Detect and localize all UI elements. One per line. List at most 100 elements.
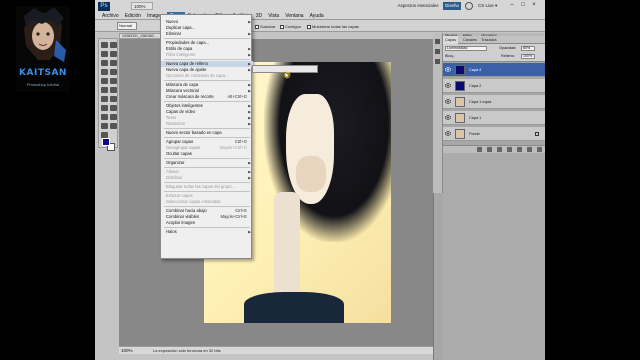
cs-live-button[interactable]: CS Live ▾ <box>478 2 497 10</box>
zoom-select[interactable]: 100% <box>131 2 153 10</box>
menu-vista[interactable]: Vista <box>265 12 282 20</box>
antialias-checkbox[interactable]: Suavizar <box>255 24 276 29</box>
shape-tool-icon[interactable] <box>110 114 117 120</box>
clone-tool-icon[interactable] <box>101 78 108 84</box>
submenu-arrow-icon: ▶ <box>248 230 251 234</box>
type-tool-icon[interactable] <box>110 105 117 111</box>
eye-icon[interactable] <box>445 83 451 88</box>
menu-item-crear-mascara-de-recorte[interactable]: Crear máscara de recorte Alt+Ctrl+G <box>161 94 253 100</box>
layer-row[interactable]: Capa 1 <box>443 111 545 125</box>
layer-name[interactable]: Fondo <box>469 127 480 141</box>
3d-tool-icon[interactable] <box>101 123 108 129</box>
layer-row[interactable]: Capa 1 copia <box>443 95 545 109</box>
eye-icon[interactable] <box>445 131 451 136</box>
layer-name[interactable]: Capa 4 <box>469 63 481 77</box>
avatar-illustration <box>16 6 70 66</box>
contiguous-checkbox[interactable]: Contiguo <box>280 24 301 29</box>
fill-input[interactable]: 100% <box>521 54 535 59</box>
eye-icon[interactable] <box>445 115 451 120</box>
menu-edicion[interactable]: Edición <box>122 12 144 20</box>
ps-logo: Ps <box>98 2 110 11</box>
healing-tool-icon[interactable] <box>101 69 108 75</box>
eyedropper-tool-icon[interactable] <box>110 60 117 66</box>
search-icon[interactable] <box>465 2 473 10</box>
opacity-input[interactable]: 80% <box>521 46 535 51</box>
menu-item-ocultar-capas[interactable]: Ocultar capas <box>161 151 253 157</box>
submenu-arrow-icon: ▶ <box>248 32 251 36</box>
submenu-arrow-icon: ▶ <box>248 176 251 180</box>
menu-item-distribuir: Distribuir ▶ <box>161 175 253 181</box>
menu-item-label: Acoplar imagen <box>166 220 196 225</box>
new-layer-icon[interactable] <box>527 147 532 152</box>
tab-canales[interactable]: Canales <box>461 36 479 44</box>
design-workspace-button[interactable]: Diseño <box>443 2 461 10</box>
gradient-tool-icon[interactable] <box>110 87 117 93</box>
status-zoom[interactable]: 100% <box>121 347 133 354</box>
menu-ayuda[interactable]: Ayuda <box>307 12 327 20</box>
blend-mode-select[interactable]: Luminosidad <box>445 46 487 51</box>
menu-item-acoplar-imagen[interactable]: Acoplar imagen <box>161 220 253 226</box>
zoom-tool-icon[interactable] <box>101 132 108 138</box>
menu-item-eliminar[interactable]: Eliminar ▶ <box>161 31 253 37</box>
menu-item-label: Filtro inteligente <box>166 52 196 57</box>
blur-tool-icon[interactable] <box>101 96 108 102</box>
marquee-tool-icon[interactable] <box>110 42 117 48</box>
menu-separator <box>164 167 250 168</box>
layer-style-icon[interactable] <box>487 147 492 152</box>
path-select-icon[interactable] <box>101 114 108 120</box>
layer-name[interactable]: Capa 1 copia <box>469 95 491 109</box>
close-icon[interactable]: × <box>529 1 539 9</box>
trash-icon[interactable] <box>537 147 542 152</box>
eye-icon[interactable] <box>445 99 451 104</box>
menu-item-nuevo-sector-basado-en-capa[interactable]: Nuevo sector basado en capa <box>161 130 253 136</box>
pen-tool-icon[interactable] <box>101 105 108 111</box>
menu-item-label: Nuevo sector basado en capa <box>166 130 222 135</box>
menu-ventana[interactable]: Ventana <box>282 12 306 20</box>
quick-select-tool-icon[interactable] <box>110 51 117 57</box>
menu-3d[interactable]: 3D <box>253 12 265 20</box>
layer-row[interactable]: Fondo <box>443 127 545 141</box>
minimize-icon[interactable]: – <box>507 1 517 9</box>
tool-mode-select[interactable]: Normal <box>117 22 137 30</box>
menu-item-label: Distribuir <box>166 175 183 180</box>
brush-tool-icon[interactable] <box>110 69 117 75</box>
layer-name[interactable]: Capa 1 <box>469 111 481 125</box>
layer-name[interactable]: Capa 2 <box>469 79 481 93</box>
photo-hand <box>296 156 326 192</box>
lasso-tool-icon[interactable] <box>101 51 108 57</box>
adjustment-layer-icon[interactable] <box>507 147 512 152</box>
menu-archivo[interactable]: Archivo <box>99 12 122 20</box>
tab-capas[interactable]: Capas <box>443 36 458 44</box>
menu-separator <box>164 137 250 138</box>
eraser-tool-icon[interactable] <box>101 87 108 93</box>
layer-thumbnail[interactable] <box>455 81 465 91</box>
add-mask-icon[interactable] <box>497 147 502 152</box>
maximize-icon[interactable]: □ <box>518 1 528 9</box>
move-tool-icon[interactable] <box>101 42 108 48</box>
tab-trazados[interactable]: Trazados <box>479 36 499 44</box>
sample-all-checkbox[interactable]: Muestrear todas las capas <box>307 24 359 29</box>
layer-thumbnail[interactable] <box>455 129 465 139</box>
history-brush-icon[interactable] <box>110 78 117 84</box>
crop-tool-icon[interactable] <box>101 60 108 66</box>
link-layers-icon[interactable] <box>477 147 482 152</box>
menu-separator <box>164 158 250 159</box>
layer-thumbnail[interactable] <box>455 113 465 123</box>
layer-row[interactable]: Capa 4 <box>443 63 545 77</box>
menu-item-halos[interactable]: Halos ▶ <box>161 229 253 235</box>
menu-separator <box>164 191 250 192</box>
layer-thumbnail[interactable] <box>455 65 465 75</box>
submenu-arrow-icon: ▶ <box>248 53 251 57</box>
dodge-tool-icon[interactable] <box>110 96 117 102</box>
workspace-label[interactable]: Aspectos esenciales <box>395 2 441 10</box>
menu-item-organizar[interactable]: Organizar ▶ <box>161 160 253 166</box>
status-bar: 100% La exposición sólo funciona en 32 b… <box>119 346 435 354</box>
group-folder-icon[interactable] <box>517 147 522 152</box>
hand-tool-icon[interactable] <box>110 123 117 129</box>
foreground-color-swatch[interactable] <box>102 138 110 146</box>
eye-icon[interactable] <box>445 67 451 72</box>
menu-item-label: Opciones de contenido de capa... <box>166 73 229 78</box>
menu-separator <box>164 80 250 81</box>
layer-row[interactable]: Capa 2 <box>443 79 545 93</box>
layer-thumbnail[interactable] <box>455 97 465 107</box>
